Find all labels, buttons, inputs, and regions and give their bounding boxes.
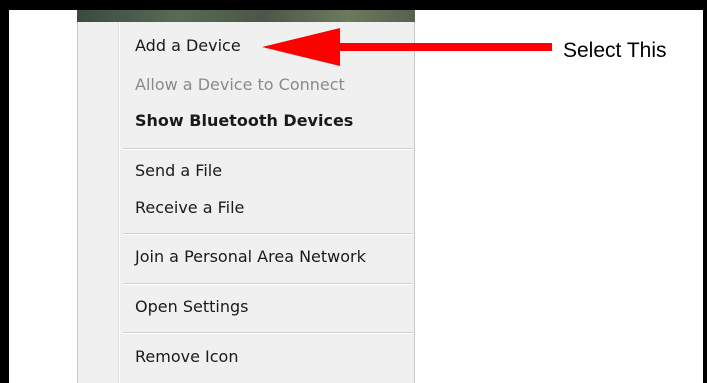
menu-separator (123, 148, 413, 150)
arrow-left-icon (262, 28, 552, 66)
menu-icon-gutter (78, 22, 119, 383)
menu-separator (123, 233, 413, 235)
menu-item-allow-a-device-to-connect: Allow a Device to Connect (135, 75, 345, 94)
menu-item-add-a-device[interactable]: Add a Device (135, 36, 241, 56)
menu-item-show-bluetooth-devices[interactable]: Show Bluetooth Devices (135, 111, 353, 131)
menu-separator (123, 283, 413, 285)
bluetooth-context-menu: Add a Device Allow a Device to Connect S… (77, 22, 415, 383)
menu-item-open-settings[interactable]: Open Settings (135, 297, 248, 317)
menu-item-send-a-file[interactable]: Send a File (135, 161, 222, 181)
menu-item-receive-a-file[interactable]: Receive a File (135, 198, 244, 218)
menu-separator (123, 332, 413, 334)
menu-item-join-a-personal-area-network[interactable]: Join a Personal Area Network (135, 247, 366, 267)
annotation-arrow (262, 28, 552, 66)
menu-item-remove-icon[interactable]: Remove Icon (135, 347, 238, 367)
select-this-callout: Select This (563, 39, 667, 62)
desktop-background-strip (77, 10, 415, 22)
